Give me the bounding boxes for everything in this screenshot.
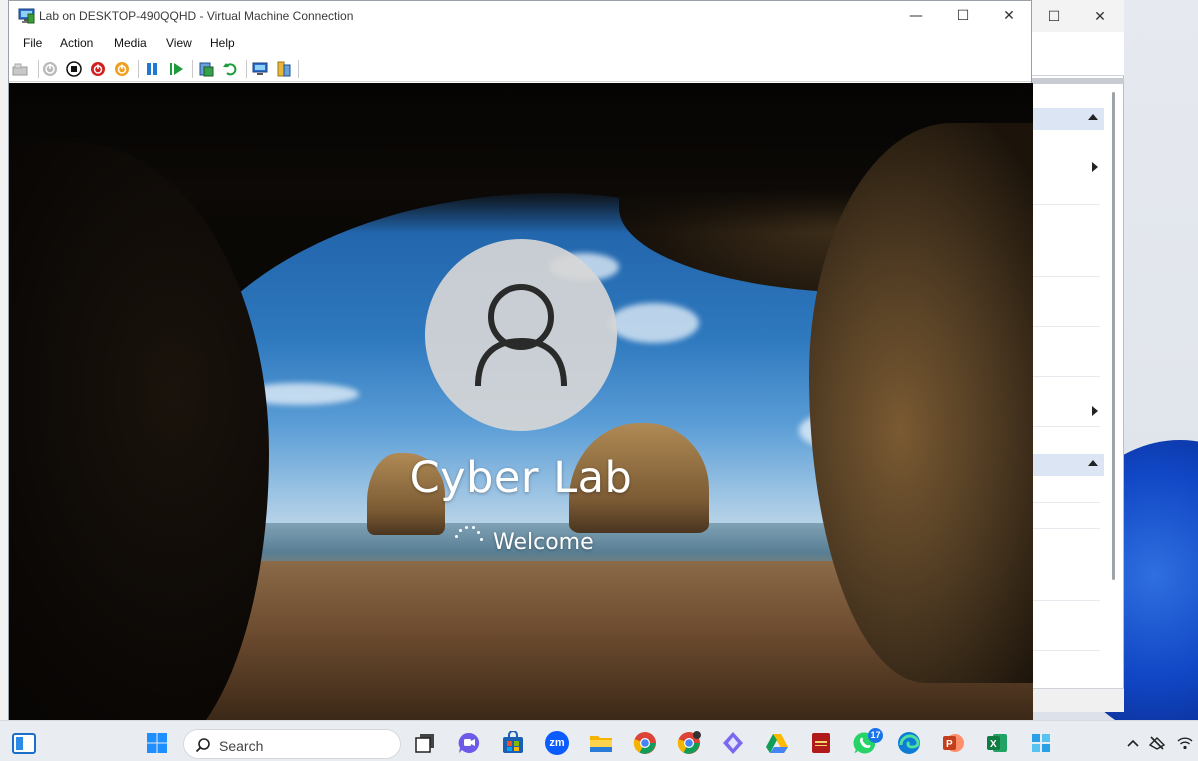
shut-down-icon[interactable] [90,61,106,77]
zoom-icon[interactable]: zm [545,731,569,755]
action-row[interactable] [1032,528,1100,529]
task-view-icon[interactable] [413,731,437,755]
wifi-icon[interactable] [1177,735,1193,751]
chrome-icon[interactable] [633,731,657,755]
teams-chat-icon[interactable] [457,731,481,755]
excel-icon[interactable]: X [985,731,1009,755]
start-button-icon[interactable] [145,731,169,755]
welcome-status: Welcome [493,530,594,555]
title-bar[interactable]: Lab on DESKTOP-490QQHD - Virtual Machine… [9,1,1031,32]
checkpoint-icon[interactable] [198,61,214,77]
vm-section-header[interactable] [1032,454,1104,476]
action-row[interactable] [1032,502,1100,503]
chevron-up-icon[interactable] [1125,735,1141,751]
submenu-arrow-icon[interactable] [1092,162,1098,172]
menu-help[interactable]: Help [210,36,235,50]
wallpaper-cloud [609,303,699,343]
share-icon[interactable] [276,61,292,77]
svg-text:P: P [946,739,953,750]
vm-connection-window[interactable]: Lab on DESKTOP-490QQHD - Virtual Machine… [8,0,1033,721]
edge-icon[interactable] [897,731,921,755]
close-icon[interactable]: ✕ [1090,6,1110,26]
revert-icon[interactable] [222,61,238,77]
maximize-icon[interactable]: ☐ [1044,6,1064,26]
azure-data-icon[interactable] [1029,731,1053,755]
enhanced-session-icon[interactable] [252,61,268,77]
toolbar-separator [38,60,39,78]
toolbar-separator [298,60,299,78]
action-row[interactable] [1032,426,1100,427]
toolbar-separator [246,60,247,78]
copilot-icon[interactable] [721,731,745,755]
resume-icon[interactable] [168,61,184,77]
toolbar-separator [192,60,193,78]
vm-connection-icon [18,8,35,24]
search-icon [195,738,210,753]
power-icon[interactable] [114,61,130,77]
menu-action[interactable]: Action [60,36,93,50]
menu-view[interactable]: View [166,36,192,50]
action-row[interactable] [1032,276,1100,277]
actions-section-header[interactable] [1032,108,1104,130]
submenu-arrow-icon[interactable] [1092,406,1098,416]
toolbar [9,56,1031,82]
action-row[interactable] [1032,204,1100,205]
collapse-icon[interactable] [1088,460,1098,466]
loading-spinner-icon [453,523,487,549]
background-menubar [1032,32,1124,76]
collapse-icon[interactable] [1088,114,1098,120]
widgets-icon[interactable] [12,732,36,756]
user-avatar [425,239,617,431]
chrome-profile-icon[interactable] [677,731,701,755]
window-title: Lab on DESKTOP-490QQHD - Virtual Machine… [39,9,354,23]
background-window[interactable]: ☐ ✕ [1032,0,1124,712]
user-name: Cyber Lab [409,453,633,503]
action-row[interactable] [1032,376,1100,377]
network-disconnected-icon[interactable] [1149,735,1165,751]
background-statusbar [1032,688,1124,712]
microsoft-store-icon[interactable] [501,731,525,755]
whatsapp-badge: 17 [868,728,883,743]
holy-bible-icon[interactable] [809,731,833,755]
minimize-button[interactable]: — [893,1,939,32]
user-icon [475,284,567,387]
powerpoint-icon[interactable]: P [941,731,965,755]
svg-text:X: X [990,739,997,750]
desktop-edge [0,0,8,720]
background-window-titlebar[interactable]: ☐ ✕ [1032,0,1124,32]
start-icon[interactable] [42,61,58,77]
google-drive-icon[interactable] [765,731,789,755]
taskbar: Search zm 17 P X [0,720,1198,761]
menu-bar: File Action Media View Help [9,32,1031,56]
close-button[interactable]: ✕ [986,1,1032,32]
action-row[interactable] [1032,326,1100,327]
menu-media[interactable]: Media [114,36,147,50]
taskbar-search[interactable]: Search [183,729,401,759]
actions-pane [1032,84,1104,688]
turn-off-icon[interactable] [66,61,82,77]
file-explorer-icon[interactable] [589,731,613,755]
toolbar-separator [138,60,139,78]
search-placeholder: Search [219,738,264,754]
action-row[interactable] [1032,600,1100,601]
ctrl-alt-del-icon[interactable] [12,61,28,77]
action-row[interactable] [1032,650,1100,651]
scrollbar[interactable] [1112,92,1115,580]
vm-display[interactable]: Cyber Lab Welcome [9,83,1033,721]
pause-icon[interactable] [144,61,160,77]
maximize-button[interactable]: ☐ [940,1,986,32]
menu-file[interactable]: File [23,36,42,50]
